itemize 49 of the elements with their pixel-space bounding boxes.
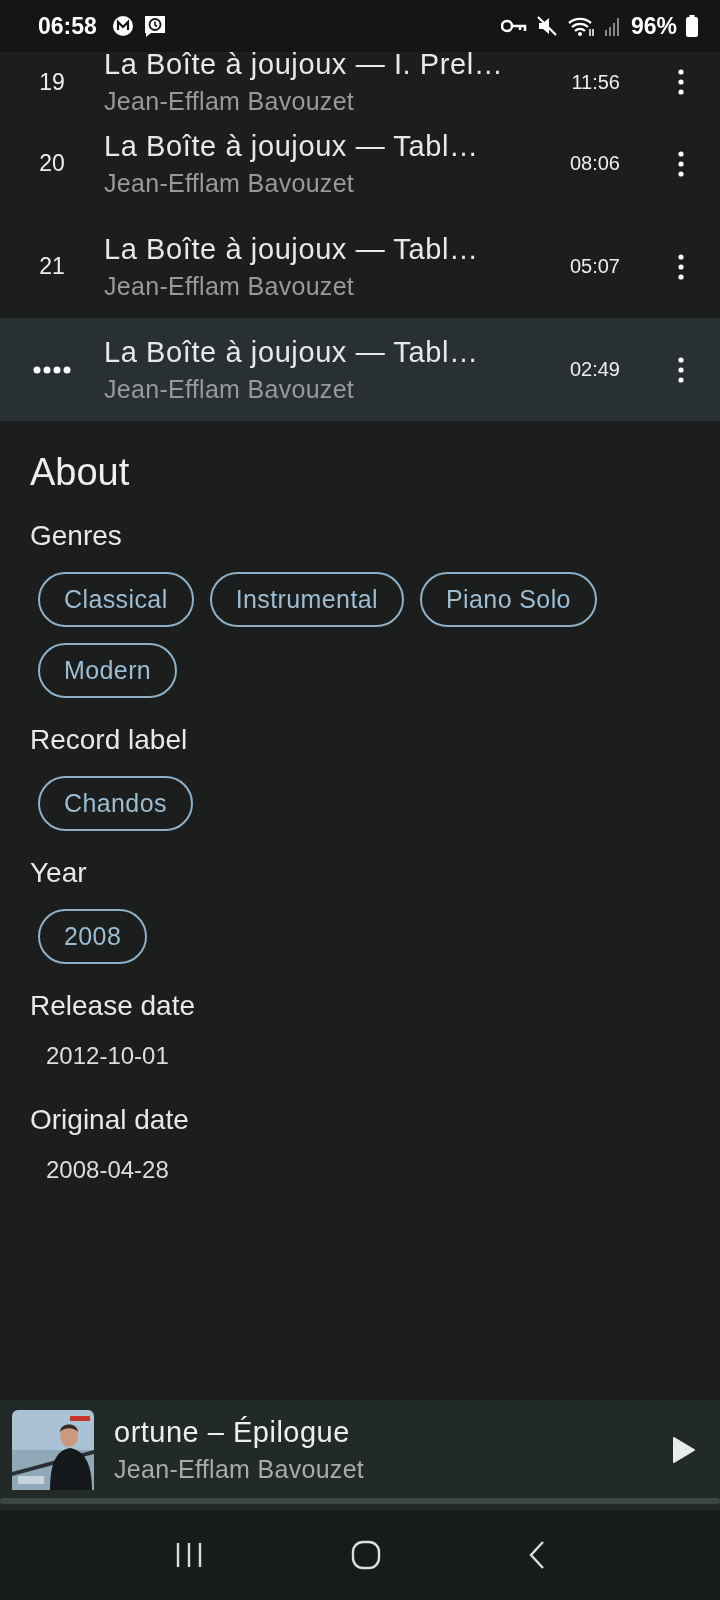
now-playing-artist: Jean-Efflam Bavouzet — [114, 1455, 366, 1484]
track-duration: 05:07 — [569, 255, 620, 278]
track-duration: 11:56 — [571, 70, 620, 94]
playing-indicator-icon — [33, 365, 71, 374]
more-options-icon[interactable] — [678, 150, 684, 177]
tag-chip[interactable]: 2008 — [38, 909, 148, 964]
back-icon[interactable] — [528, 1540, 547, 1570]
track-artist: Jean-Efflam Bavouzet — [104, 374, 356, 404]
notification-m-icon — [111, 15, 134, 37]
wifi-icon — [566, 15, 595, 37]
track-duration: 02:49 — [569, 358, 620, 381]
field-value: 2012-10-01 — [46, 1042, 170, 1070]
home-icon[interactable] — [351, 1540, 381, 1570]
field-heading: Release date — [30, 990, 196, 1022]
more-options-icon[interactable] — [678, 69, 684, 95]
track-row[interactable]: 21 La Boîte à joujoux — Tabl… Jean-Efflam Bavouzet 05:07 — [0, 215, 720, 318]
play-icon[interactable] — [672, 1436, 696, 1464]
more-options-icon[interactable] — [678, 253, 684, 280]
battery-icon — [686, 15, 698, 37]
signal-icon — [603, 16, 622, 36]
tag-chip[interactable]: Modern — [38, 643, 178, 698]
mini-player[interactable]: ortune – Épilogue Jean-Efflam Bavouzet — [0, 1400, 720, 1510]
alarm-chat-icon — [142, 14, 167, 38]
key-icon — [500, 18, 527, 34]
mute-icon — [535, 15, 558, 37]
field-heading: Genres — [30, 520, 123, 552]
tag-chip[interactable]: Classical — [38, 572, 194, 627]
battery-percent: 96% — [630, 12, 677, 40]
track-artist: Jean-Efflam Bavouzet — [104, 168, 356, 198]
field-heading: Original date — [30, 1104, 190, 1136]
track-number: 19 — [39, 68, 65, 96]
track-artist: Jean-Efflam Bavouzet — [104, 271, 356, 301]
now-playing-title: ortune – Épilogue — [114, 1416, 351, 1449]
track-title: La Boîte à joujoux — Tabl… — [104, 335, 480, 369]
field-value: 2008-04-28 — [46, 1156, 170, 1184]
status-time: 06:58 — [38, 12, 97, 40]
tag-chip[interactable]: Chandos — [38, 776, 193, 831]
section-title: About — [30, 451, 131, 494]
track-number: 20 — [39, 150, 65, 177]
track-number: 21 — [39, 253, 65, 280]
tag-chip[interactable]: Piano Solo — [420, 572, 597, 627]
more-options-icon[interactable] — [678, 356, 684, 383]
tag-chip[interactable]: Instrumental — [209, 572, 404, 627]
track-duration: 08:06 — [569, 152, 620, 175]
field-heading: Year — [30, 857, 88, 889]
track-title: La Boîte à joujoux — Tabl… — [104, 232, 480, 266]
track-row[interactable]: La Boîte à joujoux — Tabl… Jean-Efflam Bavouzet 02:49 — [0, 318, 720, 421]
track-title: La Boîte à joujoux — Tabl… — [104, 129, 480, 163]
field-heading: Record label — [30, 724, 189, 756]
